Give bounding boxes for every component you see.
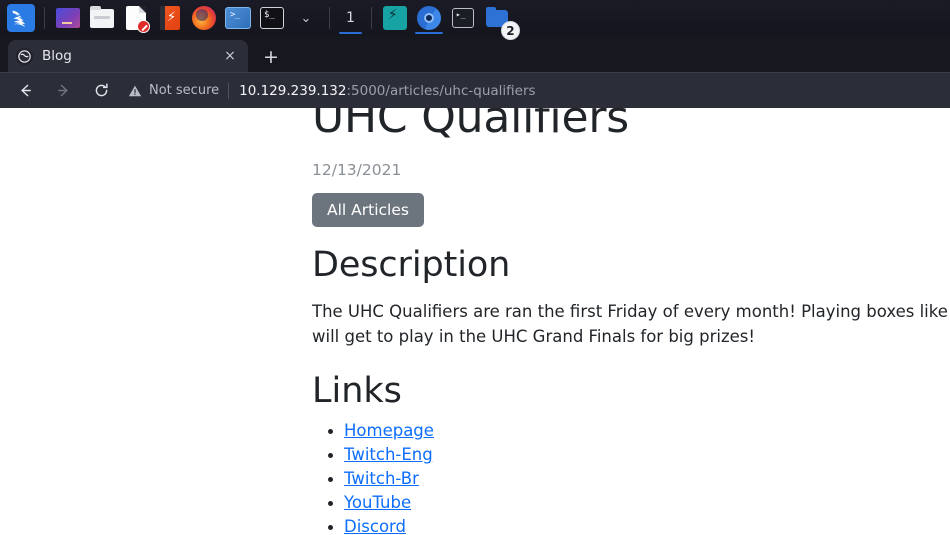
browser-tabstrip: Blog × + bbox=[0, 36, 950, 72]
no-entry-badge-icon bbox=[137, 20, 150, 33]
link-discord[interactable]: Discord bbox=[344, 517, 406, 535]
list-item: Homepage bbox=[344, 419, 950, 443]
page-viewport: UHC Qualifiers 12/13/2021 All Articles D… bbox=[0, 108, 950, 535]
taskbar-window-files[interactable]: 2 bbox=[480, 1, 520, 40]
lightning-icon bbox=[382, 6, 407, 30]
list-item: Twitch-Br bbox=[344, 467, 950, 491]
firefox-icon bbox=[192, 6, 216, 30]
chevron-down-icon: ⌄ bbox=[300, 10, 312, 26]
link-homepage[interactable]: Homepage bbox=[344, 421, 434, 440]
url-path: :5000/articles/uhc-qualifiers bbox=[346, 82, 536, 99]
omnibox-divider bbox=[228, 82, 230, 99]
display-icon bbox=[56, 8, 80, 28]
list-item: Discord bbox=[344, 515, 950, 535]
browser-tab-blog[interactable]: Blog × bbox=[8, 40, 248, 72]
taskbar-item-firefox[interactable] bbox=[187, 1, 221, 35]
powershell-terminal-icon bbox=[225, 7, 251, 29]
close-icon[interactable]: × bbox=[220, 46, 240, 66]
link-twitch-eng[interactable]: Twitch-Eng bbox=[344, 445, 433, 464]
burpsuite-icon bbox=[160, 6, 180, 30]
window-count-badge: 2 bbox=[500, 21, 520, 40]
reload-button[interactable] bbox=[86, 76, 116, 106]
description-line-1: The UHC Qualifiers are ran the first Fri… bbox=[312, 301, 950, 321]
taskbar-window-chromium[interactable] bbox=[412, 1, 446, 35]
chromium-icon bbox=[416, 6, 441, 30]
all-articles-button[interactable]: All Articles bbox=[312, 192, 424, 227]
taskbar-window-flameshot[interactable] bbox=[378, 1, 412, 35]
terminal-icon bbox=[260, 7, 284, 29]
browser-tab-title: Blog bbox=[42, 48, 72, 64]
back-button[interactable] bbox=[10, 76, 40, 106]
terminal-window-icon bbox=[451, 8, 474, 28]
link-youtube[interactable]: YouTube bbox=[344, 493, 411, 512]
globe-icon bbox=[16, 47, 33, 65]
taskbar-divider-2 bbox=[329, 7, 330, 29]
taskbar-item-screen-share[interactable] bbox=[51, 1, 85, 35]
workspace-number: 1 bbox=[346, 10, 355, 26]
taskbar: ⌄ 1 2 bbox=[0, 0, 950, 40]
taskbar-item-burpsuite[interactable] bbox=[153, 1, 187, 35]
page-title: UHC Qualifiers bbox=[312, 108, 629, 143]
security-status-label: Not secure bbox=[149, 83, 220, 98]
taskbar-divider-1 bbox=[44, 7, 45, 29]
description-line-2: will get to play in the UHC Grand Finals… bbox=[312, 326, 755, 346]
link-twitch-br[interactable]: Twitch-Br bbox=[344, 469, 419, 488]
taskbar-item-text-editor[interactable] bbox=[119, 1, 153, 35]
description-text: The UHC Qualifiers are ran the first Fri… bbox=[312, 299, 950, 349]
list-item: YouTube bbox=[344, 491, 950, 515]
taskbar-overflow-button[interactable]: ⌄ bbox=[289, 1, 323, 35]
url-text: 10.129.239.132:5000/articles/uhc-qualifi… bbox=[239, 83, 535, 99]
browser-toolbar: Not secure 10.129.239.132:5000/articles/… bbox=[0, 72, 950, 108]
chromium-active-underline bbox=[414, 32, 443, 34]
url-host: 10.129.239.132 bbox=[239, 82, 347, 99]
taskbar-item-powershell[interactable] bbox=[221, 1, 255, 35]
article-page: UHC Qualifiers 12/13/2021 All Articles D… bbox=[0, 108, 950, 535]
taskbar-divider-3 bbox=[370, 7, 372, 29]
taskbar-item-terminal[interactable] bbox=[255, 1, 289, 35]
taskbar-window-terminal[interactable] bbox=[446, 1, 480, 35]
address-bar[interactable]: Not secure 10.129.239.132:5000/articles/… bbox=[128, 77, 940, 105]
new-tab-button[interactable]: + bbox=[258, 44, 284, 70]
description-heading: Description bbox=[312, 244, 511, 285]
forward-button[interactable] bbox=[48, 76, 78, 106]
folder-icon bbox=[90, 5, 114, 28]
taskbar-item-file-manager[interactable] bbox=[85, 1, 119, 35]
list-item: Twitch-Eng bbox=[344, 443, 950, 467]
warning-triangle-icon bbox=[128, 84, 142, 98]
workspace-indicator-1[interactable]: 1 bbox=[336, 1, 365, 35]
taskbar-item-kali-menu[interactable] bbox=[4, 1, 38, 35]
article-date: 12/13/2021 bbox=[312, 160, 402, 179]
links-list: Homepage Twitch-Eng Twitch-Br YouTube Di… bbox=[312, 419, 950, 535]
document-icon bbox=[126, 6, 150, 33]
workspace-active-underline bbox=[339, 32, 362, 34]
kali-dragon-icon bbox=[7, 4, 35, 32]
links-heading: Links bbox=[312, 370, 402, 411]
screen-root: ⌄ 1 2 bbox=[0, 0, 950, 535]
